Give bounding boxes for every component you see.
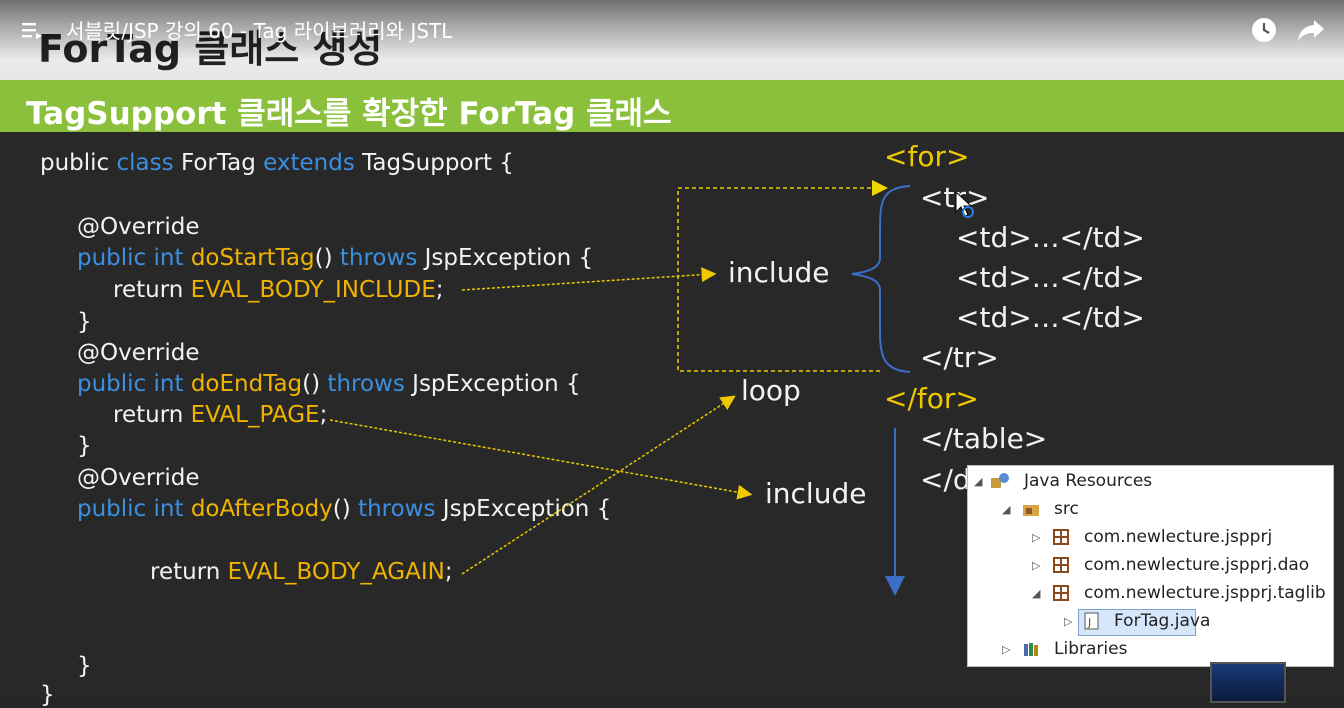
arrow-include2	[329, 419, 753, 500]
collapsed-arrow-icon[interactable]: ▷	[1032, 531, 1040, 544]
tree-item-label: com.newlecture.jspprj	[1084, 527, 1273, 547]
package-icon	[1053, 557, 1069, 573]
code-token: ()	[302, 371, 321, 397]
tree-item-label: Libraries	[1054, 639, 1128, 659]
code-token: ;	[444, 559, 453, 585]
code-token: ()	[332, 496, 351, 522]
code-token: public	[40, 150, 110, 176]
menu-icon[interactable]	[20, 18, 44, 42]
code-brace: }	[40, 682, 55, 708]
code-token: return	[150, 559, 221, 585]
loop-label: loop	[741, 374, 801, 407]
svg-text:J: J	[1087, 616, 1091, 629]
code-keyword: class	[116, 150, 174, 176]
collapsed-arrow-icon[interactable]: ▷	[1002, 643, 1010, 656]
code-keyword: public	[77, 371, 147, 397]
code-return-statement: return EVAL_BODY_INCLUDE;	[113, 277, 444, 303]
td-tag: <td>…</td>	[956, 221, 1145, 254]
java-file-icon: J	[1084, 612, 1099, 630]
video-title[interactable]: 서블릿/JSP 강의 60 - Tag 라이브러리와 JSTL	[66, 15, 452, 44]
td-tag: <td>…</td>	[956, 301, 1145, 334]
code-method-signature: public int doAfterBody() throws JspExcep…	[77, 496, 611, 522]
code-token: ;	[319, 402, 328, 428]
expanded-arrow-icon[interactable]: ◢	[1032, 587, 1040, 600]
code-constant: EVAL_BODY_AGAIN	[227, 559, 445, 585]
lecture-slide: ForTag 클래스 생성 TagSupport 클래스를 확장한 ForTag…	[0, 0, 1344, 708]
code-brace: }	[77, 309, 92, 335]
expanded-arrow-icon[interactable]: ◢	[1002, 503, 1010, 516]
code-keyword: public	[77, 496, 147, 522]
for-open-tag: <for>	[884, 140, 970, 173]
code-token: TagSupport {	[362, 150, 514, 176]
slide-subtitle: TagSupport 클래스를 확장한 ForTag 클래스	[26, 96, 672, 132]
tree-item-label: src	[1054, 499, 1079, 519]
code-token: JspException {	[412, 371, 581, 397]
include-label: include	[765, 477, 867, 510]
monitor-graphic	[1210, 662, 1286, 703]
code-method-name: doStartTag	[190, 245, 315, 271]
curly-brace	[851, 185, 911, 373]
code-override-annotation: @Override	[77, 214, 200, 240]
code-keyword: throws	[327, 371, 405, 397]
code-token: return	[113, 402, 184, 428]
code-brace: }	[77, 653, 92, 679]
libraries-icon	[1024, 643, 1038, 656]
package-icon	[1053, 585, 1069, 601]
tree-item-label: ForTag.java	[1114, 611, 1211, 631]
code-constant: EVAL_BODY_INCLUDE	[190, 277, 436, 303]
code-keyword: int	[153, 245, 184, 271]
code-return-statement: return EVAL_BODY_AGAIN;	[150, 559, 453, 585]
code-token: JspException {	[442, 496, 612, 522]
code-token: ForTag	[180, 150, 256, 176]
tree-item-label: com.newlecture.jspprj.taglib	[1084, 583, 1326, 603]
collapsed-arrow-icon[interactable]: ▷	[1064, 615, 1072, 628]
tree-item-label: com.newlecture.jspprj.dao	[1084, 555, 1310, 575]
table-close-tag: </table>	[920, 422, 1048, 455]
package-icon	[1053, 529, 1069, 545]
tree-item-label: Java Resources	[1024, 471, 1153, 491]
code-constant: EVAL_PAGE	[190, 402, 320, 428]
code-keyword: public	[77, 245, 147, 271]
loop-arrowhead	[872, 180, 888, 196]
share-icon[interactable]	[1296, 16, 1326, 44]
tr-close-tag: </tr>	[920, 341, 999, 374]
include-label: include	[728, 256, 830, 289]
collapsed-arrow-icon[interactable]: ▷	[1032, 559, 1040, 572]
code-keyword: int	[153, 496, 184, 522]
code-token: ;	[435, 277, 444, 303]
code-return-statement: return EVAL_PAGE;	[113, 402, 327, 428]
code-brace: }	[77, 433, 92, 459]
tr-open-tag: <tr>	[920, 181, 990, 214]
java-resources-icon	[991, 473, 1009, 488]
div-close-tag-partial: </d	[920, 463, 971, 496]
code-class-declaration: public class ForTag extends TagSupport {	[40, 150, 514, 176]
code-method-name: doAfterBody	[190, 496, 333, 522]
td-tag: <td>…</td>	[956, 261, 1145, 294]
code-keyword: throws	[358, 496, 436, 522]
code-token: return	[113, 277, 184, 303]
code-token: JspException {	[424, 245, 594, 271]
code-keyword: extends	[263, 150, 355, 176]
for-close-tag: </for>	[884, 382, 979, 415]
code-override-annotation: @Override	[77, 465, 200, 491]
eclipse-package-explorer: ◢ Java Resources ◢ src ▷ com.newlecture.…	[967, 465, 1334, 667]
arrow-loop	[461, 395, 736, 575]
code-method-name: doEndTag	[190, 371, 303, 397]
code-method-signature: public int doEndTag() throws JspExceptio…	[77, 371, 581, 397]
expanded-arrow-icon[interactable]: ◢	[974, 475, 982, 488]
code-override-annotation: @Override	[77, 340, 200, 366]
code-keyword: throws	[339, 245, 418, 271]
code-keyword: int	[153, 371, 184, 397]
source-folder-icon	[1023, 505, 1039, 516]
arrow-include1	[461, 267, 717, 291]
code-token: ()	[314, 245, 333, 271]
code-method-signature: public int doStartTag() throws JspExcept…	[77, 245, 593, 271]
clock-icon[interactable]	[1250, 16, 1278, 44]
